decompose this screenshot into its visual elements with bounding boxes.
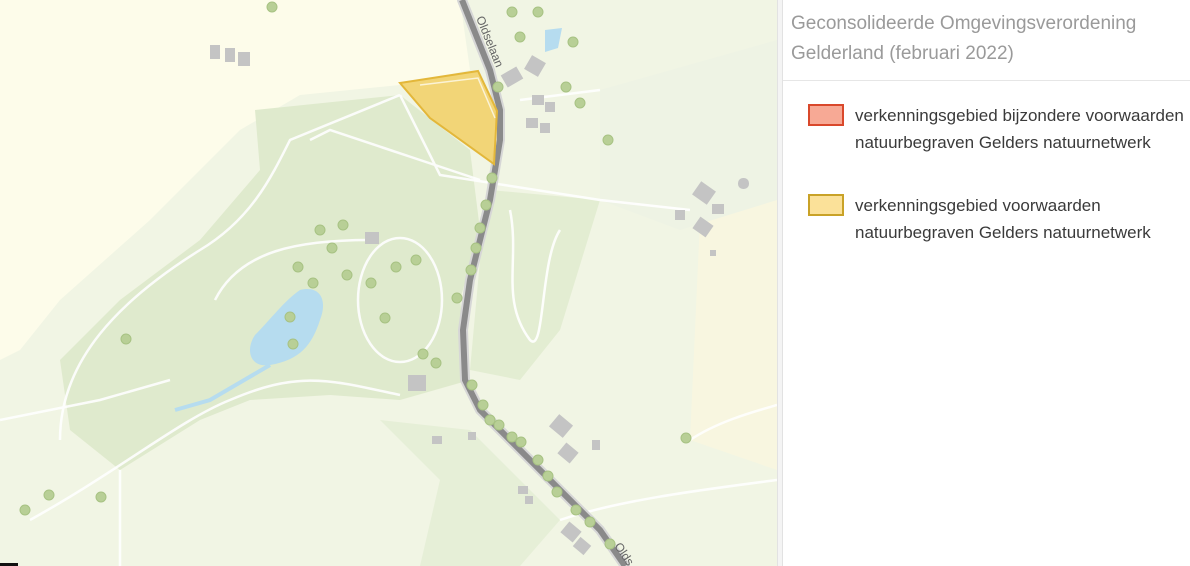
legend-item-bijzondere-voorwaarden: verkenningsgebied bijzondere voorwaarden… (808, 102, 1190, 156)
legend-item-voorwaarden: verkenningsgebied voorwaarden natuurbegr… (808, 192, 1190, 246)
legend-swatch-yellow (808, 194, 844, 216)
legend-item-label: verkenningsgebied voorwaarden natuurbegr… (855, 196, 1151, 242)
legend-swatch-red (808, 104, 844, 126)
farmland-area-right (690, 200, 777, 470)
map-view[interactable]: Oldselaan Olds (0, 0, 777, 566)
legend-item-label: verkenningsgebied bijzondere voorwaarden… (855, 106, 1184, 152)
map-canvas[interactable]: Oldselaan Olds (0, 0, 777, 566)
legend-panel: Geconsolideerde Omgevingsverordening Gel… (783, 0, 1190, 566)
legend-title: Geconsolideerde Omgevingsverordening Gel… (783, 0, 1190, 81)
